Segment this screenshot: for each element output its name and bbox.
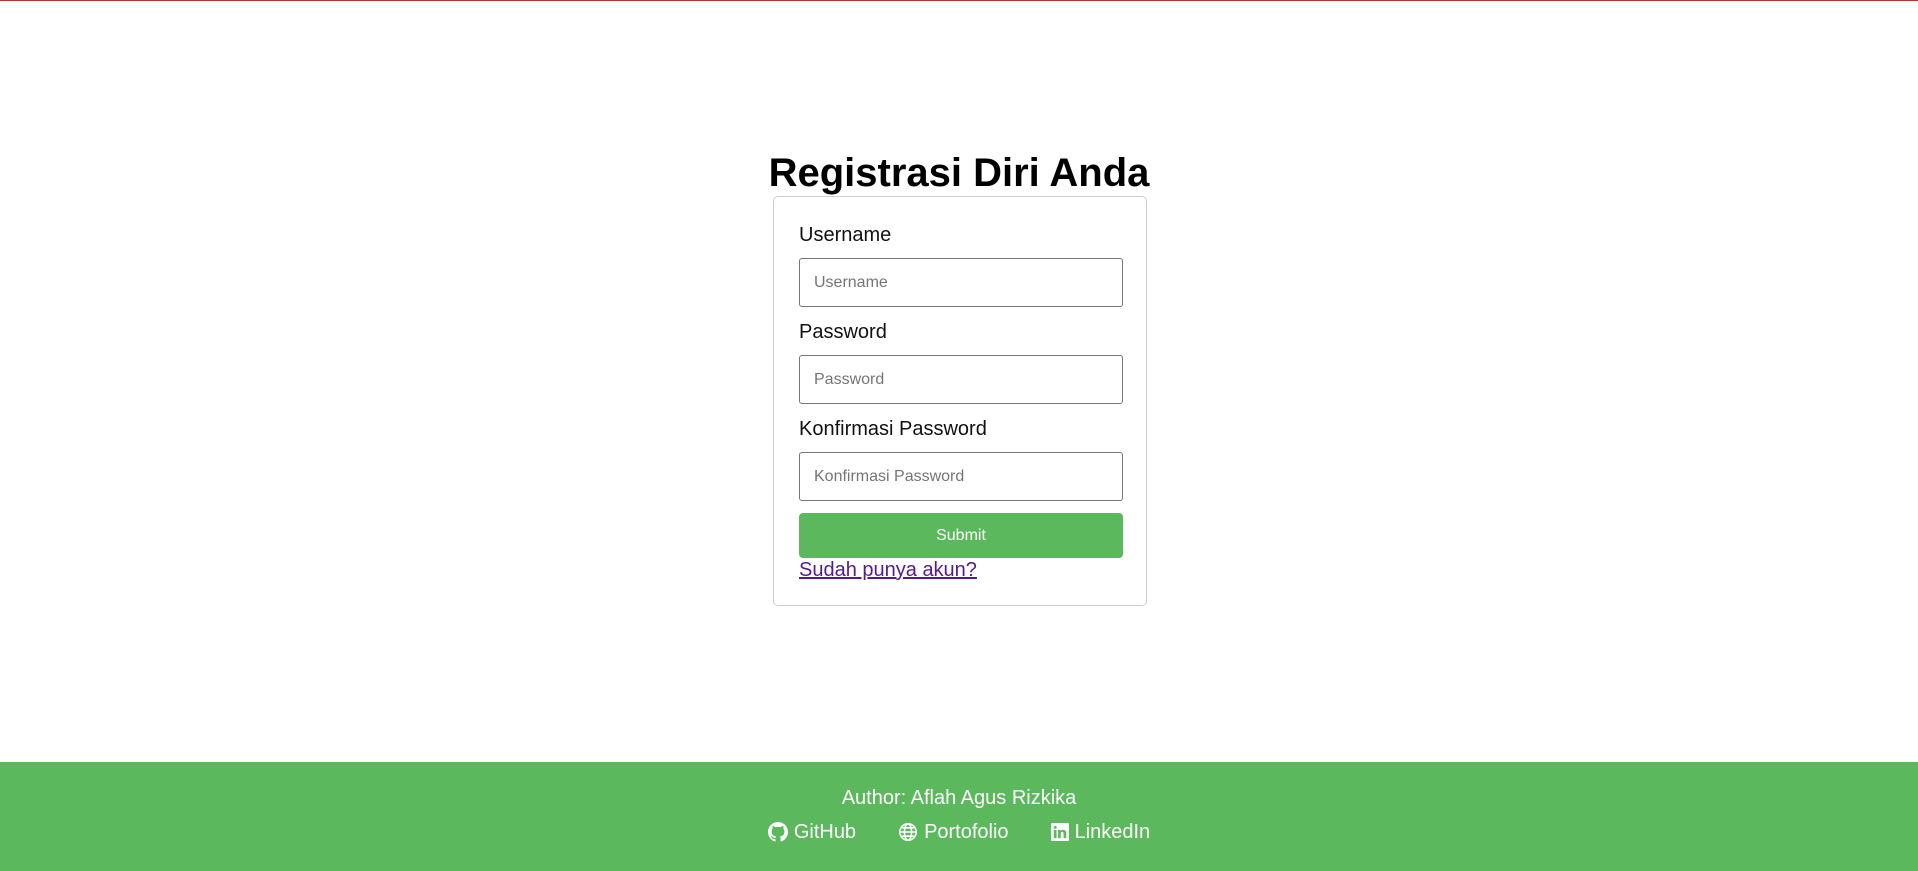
footer: Author: Aflah Agus Rizkika GitHub Portof… xyxy=(0,762,1918,871)
login-link[interactable]: Sudah punya akun? xyxy=(799,558,977,582)
username-label: Username xyxy=(799,224,892,246)
globe-icon xyxy=(899,823,918,841)
submit-button[interactable]: Submit xyxy=(799,513,1123,558)
linkedin-label: LinkedIn xyxy=(1074,821,1151,843)
portofolio-label: Portofolio xyxy=(924,821,1009,843)
linkedin-icon xyxy=(1050,823,1069,841)
github-label: GitHub xyxy=(793,821,857,843)
password-label: Password xyxy=(799,321,887,343)
registration-form: Username Password Konfirmasi Password Su… xyxy=(773,196,1147,606)
github-icon xyxy=(767,822,788,842)
page-title: Registrasi Diri Anda xyxy=(768,151,1150,195)
confirm-password-input[interactable] xyxy=(799,452,1123,501)
top-border-line xyxy=(0,0,1918,1)
confirm-password-label: Konfirmasi Password xyxy=(799,418,987,440)
github-link[interactable]: GitHub xyxy=(767,820,857,844)
portofolio-link[interactable]: Portofolio xyxy=(898,820,1009,844)
password-input[interactable] xyxy=(799,355,1123,404)
username-input[interactable] xyxy=(799,258,1123,307)
linkedin-link[interactable]: LinkedIn xyxy=(1050,820,1151,844)
footer-links: GitHub Portofolio LinkedIn xyxy=(0,820,1918,844)
author-text: Author: Aflah Agus Rizkika xyxy=(841,787,1077,809)
